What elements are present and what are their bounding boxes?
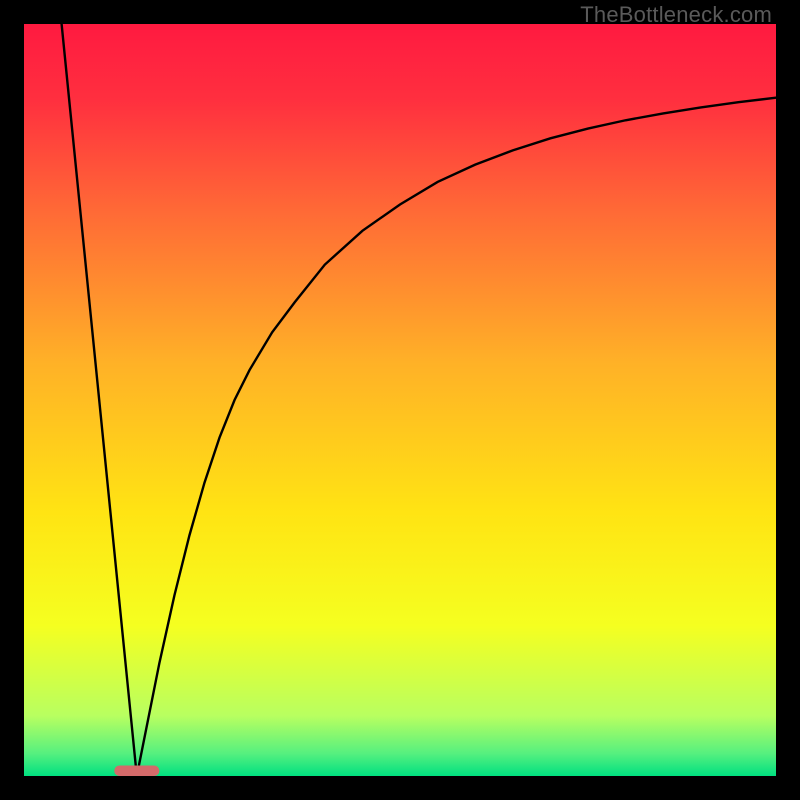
target-marker [114, 765, 159, 776]
chart-frame: TheBottleneck.com [0, 0, 800, 800]
gradient-background [24, 24, 776, 776]
chart-svg [24, 24, 776, 776]
plot-area [24, 24, 776, 776]
watermark-text: TheBottleneck.com [580, 2, 772, 28]
